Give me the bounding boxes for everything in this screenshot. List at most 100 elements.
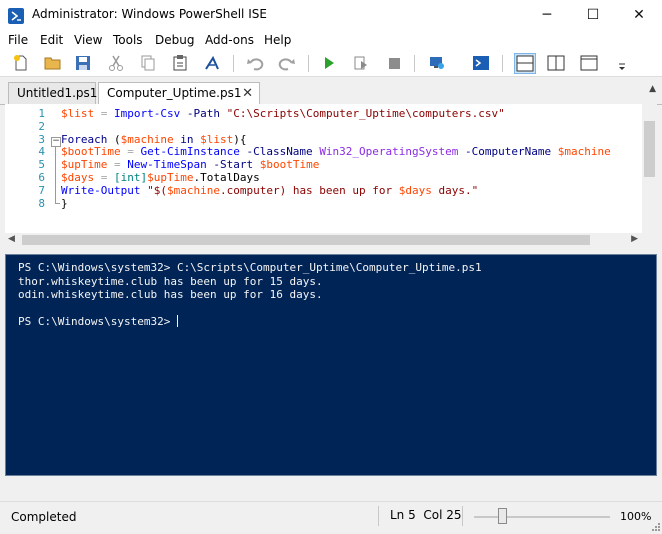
- new-remote-tab-icon[interactable]: [428, 54, 446, 72]
- code-token: }: [61, 196, 68, 210]
- show-script-maximized-icon[interactable]: [580, 54, 598, 72]
- line-number: 6: [38, 170, 45, 184]
- menu-tools[interactable]: Tools: [113, 33, 143, 47]
- tab-computer-uptime[interactable]: Computer_Uptime.ps1 ✕: [98, 82, 260, 105]
- console-line: PS C:\Windows\system32> C:\Scripts\Compu…: [18, 261, 482, 274]
- line-number-gutter: 12345678: [5, 107, 47, 210]
- scroll-left-icon[interactable]: ◀: [8, 234, 15, 244]
- menu-edit[interactable]: Edit: [40, 33, 63, 47]
- toolbar-overflow-icon[interactable]: [618, 61, 626, 71]
- code-token: $machine: [557, 145, 611, 159]
- stop-icon[interactable]: [385, 54, 403, 72]
- code-token: -Start: [213, 158, 254, 172]
- menu-view[interactable]: View: [74, 33, 102, 47]
- menu-add-ons[interactable]: Add-ons: [205, 33, 254, 47]
- code-area[interactable]: $list = Import-Csv -Path "C:\Scripts\Com…: [61, 108, 643, 210]
- collapse-block-icon[interactable]: −: [51, 137, 61, 147]
- status-bar: Completed Ln 5 Col 25 100%: [0, 501, 662, 532]
- open-folder-icon[interactable]: [44, 54, 62, 72]
- code-token: $bootTime: [61, 145, 121, 159]
- zoom-slider-thumb[interactable]: [498, 508, 507, 524]
- save-icon[interactable]: [74, 54, 92, 72]
- collapse-script-pane-icon[interactable]: ▲: [649, 84, 656, 94]
- code-token: "$(: [147, 183, 167, 197]
- maximize-button[interactable]: ☐: [570, 0, 616, 31]
- code-token: in: [180, 132, 194, 146]
- line-number: 1: [38, 107, 45, 120]
- run-selection-icon[interactable]: [352, 54, 370, 72]
- cut-icon[interactable]: [107, 54, 125, 72]
- script-editor[interactable]: 12345678 − $list = Import-Csv -Path "C:\…: [5, 104, 657, 239]
- code-token: Win32_OperatingSystem: [319, 145, 459, 159]
- code-token: $upTime: [61, 158, 108, 172]
- code-token: $list: [200, 132, 234, 146]
- fold-line: [55, 147, 56, 203]
- undo-icon[interactable]: [246, 54, 264, 72]
- code-token: Foreach: [61, 132, 108, 146]
- paste-icon[interactable]: [171, 54, 189, 72]
- fold-end: [55, 203, 60, 204]
- tab-label: Untitled1.ps1: [17, 86, 98, 100]
- console-pane[interactable]: PS C:\Windows\system32> C:\Scripts\Compu…: [5, 254, 657, 476]
- code-token: =: [127, 145, 134, 159]
- console-line: thor.whiskeytime.club has been up for 15…: [18, 274, 323, 288]
- tab-untitled1[interactable]: Untitled1.ps1: [8, 82, 98, 104]
- run-script-icon[interactable]: [320, 54, 338, 72]
- code-line: Write-Output "$($machine.computer) has b…: [61, 183, 643, 198]
- redo-icon[interactable]: [278, 54, 296, 72]
- text-caret: [176, 315, 178, 327]
- menu-file[interactable]: File: [8, 33, 28, 47]
- console-prompt-line[interactable]: PS C:\Windows\system32>: [18, 315, 482, 329]
- code-token: days.": [431, 183, 479, 197]
- code-token: -ClassName: [246, 145, 313, 159]
- code-token: $days: [398, 183, 432, 197]
- close-button[interactable]: ✕: [616, 0, 662, 31]
- resize-grip-icon[interactable]: [650, 520, 660, 531]
- clear-console-icon[interactable]: [203, 54, 221, 72]
- code-token: [int]: [114, 170, 148, 184]
- status-separator: [462, 506, 463, 526]
- code-token: -Path: [186, 108, 220, 120]
- editor-vertical-scrollbar[interactable]: [642, 104, 657, 239]
- cursor-position: Ln 5 Col 25: [390, 508, 462, 522]
- code-token: $bootTime: [259, 158, 320, 172]
- start-powershell-icon[interactable]: [472, 54, 490, 72]
- tab-label: Computer_Uptime.ps1: [107, 86, 242, 100]
- menu-debug[interactable]: Debug: [155, 33, 194, 47]
- show-script-right-icon[interactable]: [547, 54, 565, 72]
- code-token: TotalDays: [200, 170, 260, 184]
- editor-horizontal-scroll-thumb[interactable]: [22, 235, 590, 245]
- toolbar-separator: [502, 55, 503, 72]
- code-token: New-TimeSpan: [127, 158, 207, 172]
- tab-close-icon[interactable]: ✕: [242, 83, 253, 104]
- code-token: ){: [233, 132, 247, 146]
- scroll-right-icon[interactable]: ▶: [631, 234, 638, 244]
- code-token: -ComputerName: [465, 145, 552, 159]
- code-token: $machine: [166, 183, 220, 197]
- column-indicator: Col 25: [423, 508, 462, 522]
- menu-help[interactable]: Help: [264, 33, 291, 47]
- title-bar: Administrator: Windows PowerShell ISE ─ …: [0, 0, 662, 32]
- editor-vertical-scroll-thumb[interactable]: [644, 121, 655, 177]
- console-output: PS C:\Windows\system32> C:\Scripts\Compu…: [18, 261, 482, 329]
- code-token: $upTime: [147, 170, 194, 184]
- new-script-icon[interactable]: [12, 54, 30, 72]
- code-token: $machine: [120, 132, 174, 146]
- copy-icon[interactable]: [139, 54, 157, 72]
- powershell-icon: [8, 8, 24, 24]
- line-number: 7: [38, 183, 45, 197]
- show-script-top-icon[interactable]: [514, 53, 536, 74]
- code-token: "C:\Scripts\Computer_Uptime\computers.cs…: [226, 108, 505, 120]
- code-token: Write-Output: [61, 183, 141, 197]
- minimize-button[interactable]: ─: [524, 0, 570, 31]
- zoom-slider-track[interactable]: [474, 516, 610, 518]
- editor-horizontal-scrollbar[interactable]: ◀ ▶: [5, 233, 642, 247]
- console-prompt: PS C:\Windows\system32>: [18, 315, 177, 328]
